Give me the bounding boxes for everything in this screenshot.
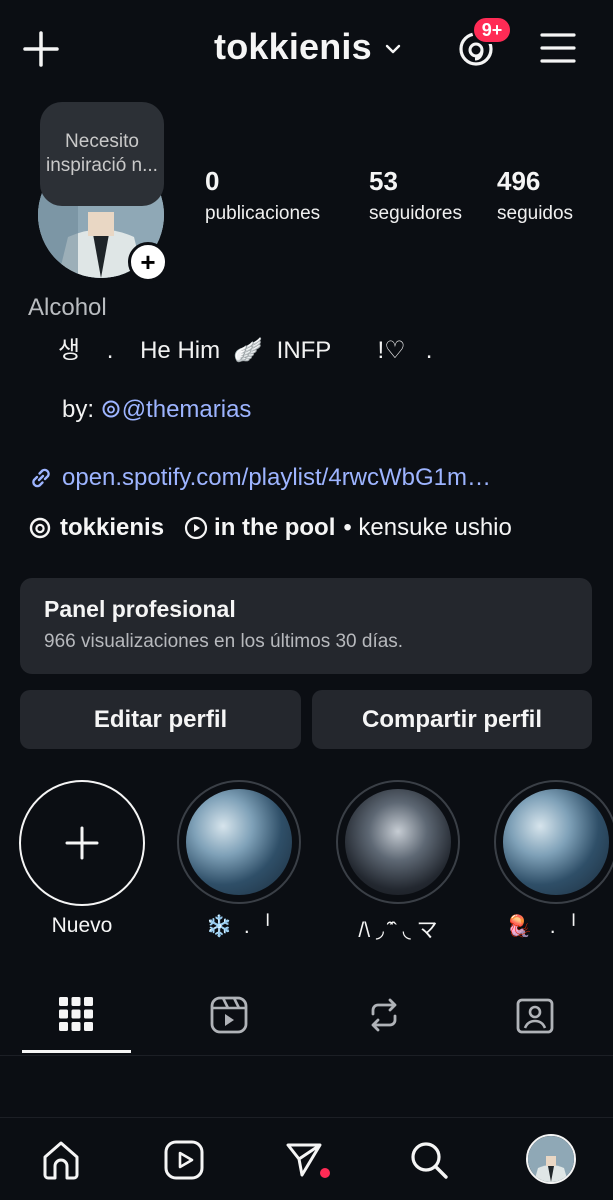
threads-profile-chip[interactable]: tokkienis	[28, 514, 164, 542]
highlight-cover	[186, 789, 292, 895]
bio-line-1: 생 . He Him 🪽 INFP !♡ .	[58, 337, 433, 364]
highlight-label: /\ ◞ ̑̑ˆ ◟ マ	[358, 919, 438, 942]
add-story-button[interactable]: +	[128, 242, 168, 282]
nav-profile[interactable]	[526, 1134, 576, 1184]
home-icon	[43, 1141, 79, 1180]
repost-icon	[371, 998, 397, 1032]
menu-button[interactable]	[540, 30, 576, 66]
threads-username: tokkienis	[60, 514, 165, 541]
nav-home[interactable]	[40, 1139, 82, 1181]
active-tab-indicator	[22, 1050, 131, 1053]
bio-prefix: by:	[62, 396, 101, 423]
panel-title: Panel profesional	[44, 596, 236, 622]
highlight-item[interactable]	[336, 780, 460, 904]
menu-icon	[540, 33, 576, 63]
highlight-label: ❄️ . ╵	[206, 915, 274, 938]
header-username: tokkienis	[214, 26, 372, 67]
tab-reposts[interactable]	[365, 996, 403, 1034]
nav-messages[interactable]	[284, 1139, 330, 1181]
bottom-nav-divider	[0, 1117, 613, 1118]
highlight-cover	[345, 789, 451, 895]
create-button[interactable]	[22, 30, 60, 68]
tab-grid[interactable]	[58, 996, 94, 1032]
tab-reels[interactable]	[210, 996, 248, 1034]
notification-badge: 9+	[472, 16, 512, 44]
link-icon	[32, 468, 50, 488]
highlight-label: Nuevo	[51, 914, 113, 937]
highlight-item[interactable]	[177, 780, 301, 904]
mention-link[interactable]: @themarias	[101, 396, 252, 423]
stat-label: seguidores	[369, 203, 462, 224]
link-url: open.spotify.com/playlist/4rwcWbG1m…	[62, 464, 492, 491]
mention-text: @themarias	[121, 396, 252, 423]
stat-posts[interactable]: 0 publicaciones	[205, 166, 320, 225]
tagged-person-icon	[516, 998, 554, 1034]
stat-label: seguidos	[497, 203, 574, 224]
tab-tagged[interactable]	[516, 996, 554, 1034]
plus-icon	[65, 826, 99, 860]
nav-search[interactable]	[408, 1139, 450, 1181]
external-link[interactable]: open.spotify.com/playlist/4rwcWbG1m…	[28, 464, 491, 492]
search-icon	[411, 1142, 448, 1179]
plus-icon	[23, 31, 59, 67]
note-bubble[interactable]: Necesito inspiració n...	[40, 102, 164, 206]
share-profile-button[interactable]: Compartir perfil	[312, 690, 592, 749]
music-title: in the pool	[214, 514, 336, 541]
reels-icon	[210, 996, 248, 1034]
professional-dashboard[interactable]: Panel profesional 966 visualizaciones en…	[20, 578, 592, 674]
username-switcher[interactable]: tokkienis	[214, 26, 404, 68]
avatar-thumb	[528, 1136, 574, 1182]
stat-followers[interactable]: 53 seguidores	[369, 166, 462, 225]
chevron-down-icon	[385, 44, 401, 54]
music-artist: • kensuke ushio	[343, 514, 512, 541]
stat-following[interactable]: 496 seguidos	[497, 166, 573, 225]
nav-reels[interactable]	[163, 1139, 205, 1181]
highlight-label: 🪼 . ╵	[506, 915, 580, 938]
note-text: Necesito inspiració n...	[46, 131, 158, 176]
stat-value: 496	[497, 166, 541, 196]
tabs-divider	[0, 1055, 613, 1056]
profile-name: Alcohol	[28, 294, 107, 321]
bio-line-2: by: @themarias	[62, 396, 251, 424]
highlight-new[interactable]	[19, 780, 145, 906]
music-chip[interactable]: in the pool • kensuke ushio	[184, 514, 512, 542]
reels-icon	[164, 1140, 204, 1180]
play-circle-icon	[184, 516, 208, 540]
stat-value: 53	[369, 166, 398, 196]
highlight-item[interactable]	[494, 780, 613, 904]
stat-label: publicaciones	[205, 203, 321, 224]
send-icon	[286, 1143, 330, 1178]
threads-mini-icon	[102, 400, 120, 418]
threads-music-row: tokkienis in the pool • kensuke ushio	[28, 514, 512, 542]
panel-subtitle: 966 visualizaciones en los últimos 30 dí…	[44, 631, 404, 652]
grid-icon	[59, 997, 93, 1031]
edit-profile-button[interactable]: Editar perfil	[20, 690, 301, 749]
plus-small-icon: +	[140, 247, 156, 277]
stat-value: 0	[205, 166, 220, 196]
threads-icon	[29, 517, 51, 539]
highlight-cover	[503, 789, 609, 895]
